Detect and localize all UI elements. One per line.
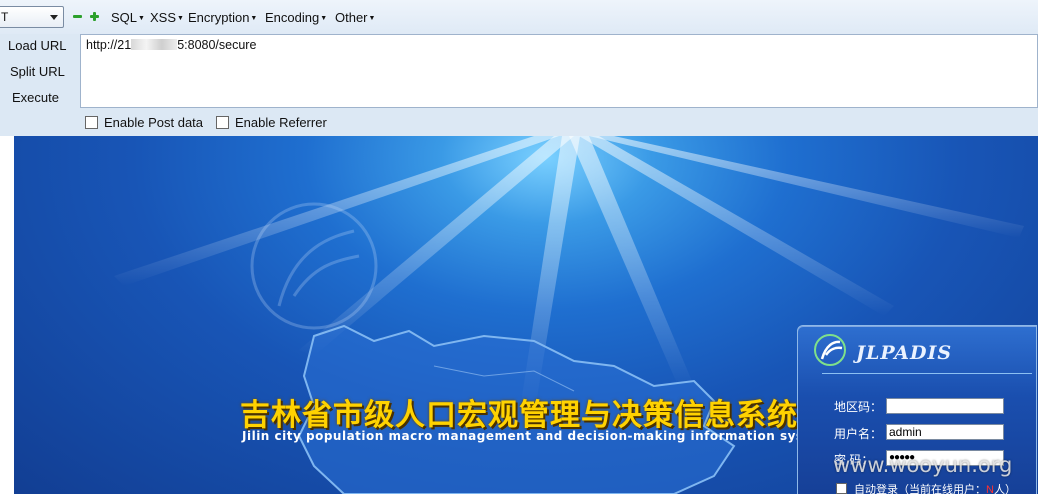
url-text: http://21 5:8080/secure (86, 38, 256, 52)
menu-encryption-label: Encryption (188, 10, 250, 25)
menu-sql-label: SQL (111, 10, 138, 25)
online-count: N (986, 484, 994, 494)
auto-login-text: 自动登录（当前在线用户： (854, 484, 986, 494)
auto-login-suffix: 人） (993, 484, 1016, 494)
chevron-down-icon (50, 15, 58, 20)
toolbar: T SQL▼ XSS▼ Encryption▼ Encoding▼ Other▼ (0, 0, 1038, 34)
method-select-value: T (1, 10, 9, 24)
menu-xss-label: XSS (150, 10, 177, 25)
menu-encryption[interactable]: Encryption▼ (188, 10, 257, 25)
menu-other[interactable]: Other▼ (335, 10, 375, 25)
referrer-checkbox[interactable] (216, 116, 229, 129)
menu-encoding[interactable]: Encoding▼ (265, 10, 327, 25)
emblem-watermark (250, 202, 378, 330)
menu-xss[interactable]: XSS▼ (150, 10, 184, 25)
post-data-checkbox[interactable] (85, 116, 98, 129)
caret-down-icon: ▼ (368, 15, 376, 22)
referrer-label: Enable Referrer (235, 115, 327, 130)
login-brand: JLPADIS (856, 342, 953, 364)
menu-other-label: Other (335, 10, 368, 25)
menu-sql[interactable]: SQL▼ (111, 10, 145, 25)
url-suffix: 5:8080/secure (177, 38, 257, 52)
auto-login-checkbox[interactable] (836, 483, 847, 494)
divider (822, 373, 1032, 374)
page-viewport: 吉林省市级人口宏观管理与决策信息系统 Jilin city population… (0, 136, 1038, 494)
method-select[interactable]: T (0, 6, 64, 28)
url-textarea[interactable]: http://21 5:8080/secure (80, 34, 1038, 108)
plus-icon[interactable] (90, 12, 99, 21)
post-data-label: Enable Post data (104, 115, 204, 130)
watermark-text: www.wooyun.org (833, 453, 1013, 477)
jlpadis-logo-icon (814, 334, 846, 366)
redacted-blur (131, 39, 178, 50)
auto-login-label: 自动登录（当前在线用户：N人） (854, 481, 1016, 494)
system-title-cn: 吉林省市级人口宏观管理与决策信息系统 (240, 398, 798, 433)
system-title-en: Jilin city population macro management a… (242, 429, 832, 443)
caret-down-icon: ▼ (250, 15, 258, 22)
caret-down-icon: ▼ (138, 15, 145, 22)
menu-encoding-label: Encoding (265, 10, 320, 25)
minus-icon[interactable] (73, 12, 82, 21)
load-url-button[interactable]: Load URL (8, 38, 67, 53)
region-input[interactable] (886, 398, 1004, 414)
username-input[interactable]: admin (886, 424, 1004, 440)
caret-down-icon: ▼ (320, 15, 328, 22)
region-label: 地区码： (834, 400, 883, 414)
caret-down-icon: ▼ (177, 15, 184, 22)
username-label: 用户名： (834, 427, 883, 441)
action-panel: Load URL Split URL Execute (0, 34, 80, 134)
options-row: Enable Post data Enable Referrer (80, 108, 1038, 136)
execute-button[interactable]: Execute (12, 90, 59, 105)
split-url-button[interactable]: Split URL (10, 64, 65, 79)
url-prefix: http://21 (86, 38, 132, 52)
